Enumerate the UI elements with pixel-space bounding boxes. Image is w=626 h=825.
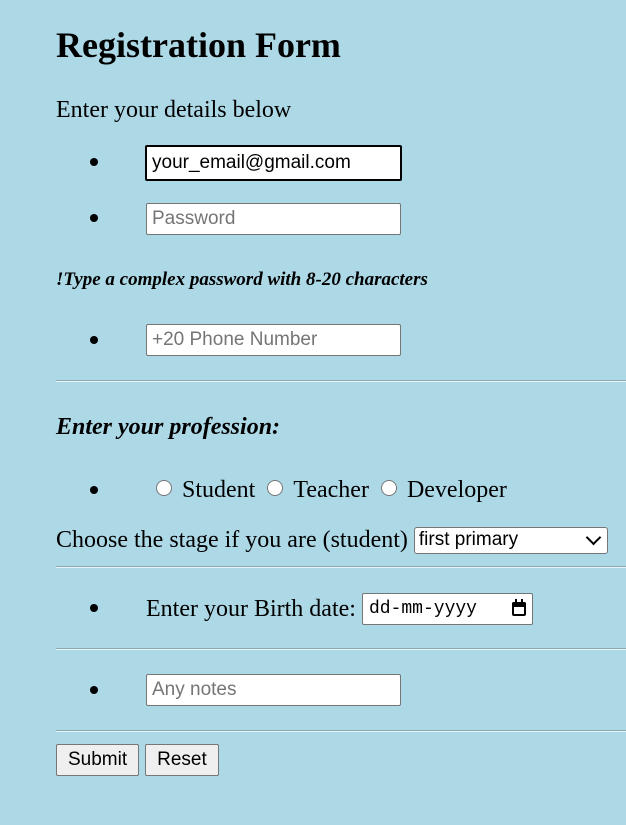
form-buttons: Submit Reset	[56, 744, 225, 776]
divider	[56, 730, 626, 732]
bullet-dot-icon	[90, 484, 102, 496]
radio-label-developer: Developer	[406, 477, 507, 503]
calendar-icon[interactable]	[511, 599, 526, 616]
radio-label-student: Student	[182, 477, 256, 503]
bullet-dot-icon	[90, 156, 102, 168]
email-field[interactable]	[145, 145, 402, 181]
submit-button[interactable]: Submit	[56, 744, 140, 776]
bullet-dot-icon	[90, 212, 102, 224]
notes-field[interactable]	[146, 674, 401, 706]
password-hint: !Type a complex password with 8-20 chara…	[56, 269, 428, 290]
password-field[interactable]	[146, 203, 401, 235]
stage-label: Choose the stage if you are (student)	[56, 527, 408, 553]
radio-student[interactable]	[156, 480, 172, 496]
intro-text: Enter your details below	[56, 97, 292, 123]
radio-developer[interactable]	[380, 480, 397, 496]
bullet-dot-icon	[90, 684, 102, 696]
bullet-dot-icon	[90, 602, 102, 614]
profession-options: Student Teacher Developer	[152, 476, 515, 504]
radio-teacher[interactable]	[267, 480, 284, 496]
page-title: Registration Form	[56, 25, 341, 65]
reset-button[interactable]: Reset	[145, 744, 219, 776]
radio-label-teacher: Teacher	[293, 477, 369, 503]
phone-field[interactable]	[146, 324, 401, 356]
stage-row: Choose the stage if you are (student) fi…	[56, 526, 608, 554]
divider	[56, 566, 626, 568]
birth-date-label: Enter your Birth date:	[146, 596, 356, 622]
divider	[56, 380, 626, 382]
stage-select[interactable]: first primary	[413, 526, 608, 554]
birth-date-input[interactable]: dd-mm-yyyy	[361, 593, 533, 625]
bullet-dot-icon	[90, 334, 102, 346]
birth-date-placeholder: dd-mm-yyyy	[368, 599, 477, 619]
chevron-down-icon	[585, 529, 602, 546]
divider	[56, 648, 626, 650]
birth-date-row: Enter your Birth date: dd-mm-yyyy	[146, 593, 533, 625]
profession-title: Enter your profession:	[56, 414, 281, 440]
stage-select-value: first primary	[418, 529, 519, 550]
